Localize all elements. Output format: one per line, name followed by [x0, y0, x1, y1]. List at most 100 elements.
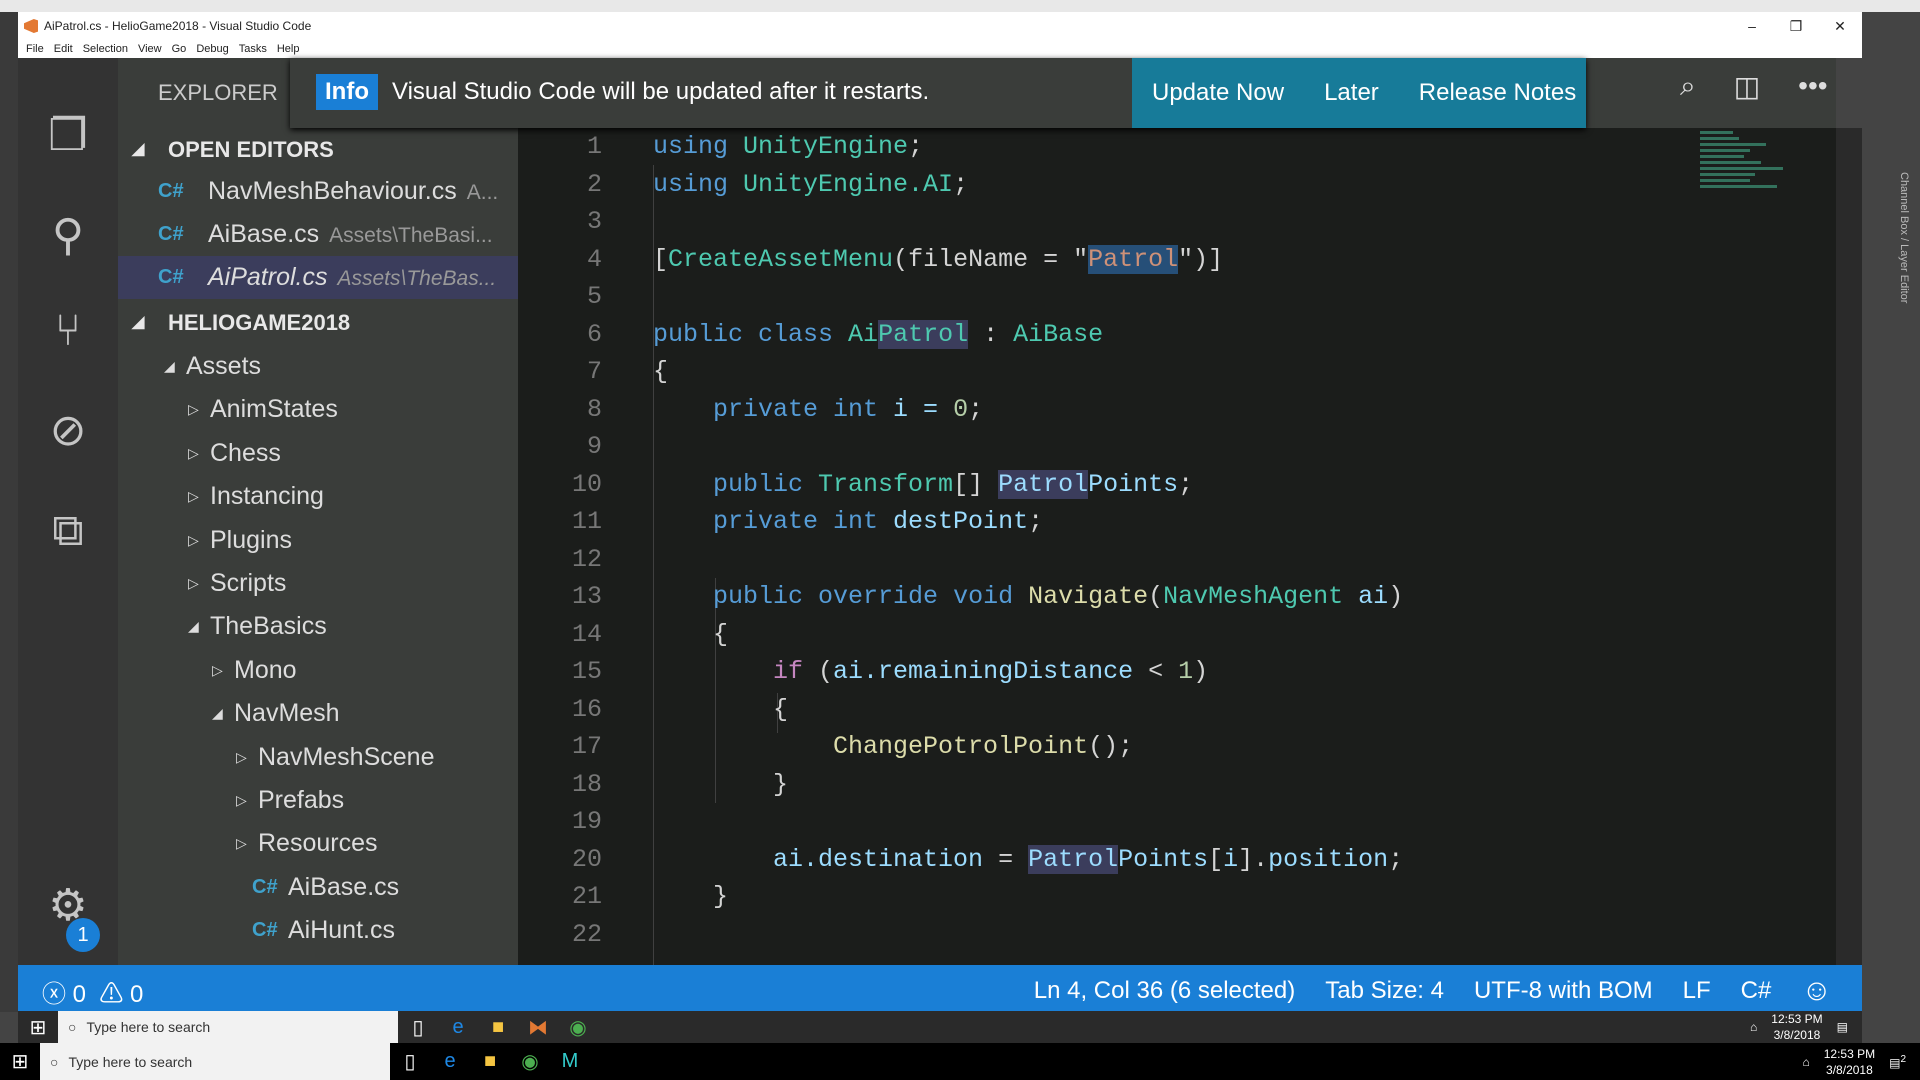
window-titlebar: AiPatrol.cs - HelioGame2018 - Visual Stu… — [18, 12, 1862, 40]
cortana-icon: ○ — [68, 1019, 77, 1035]
code-line[interactable]: { — [653, 353, 668, 391]
extensions-icon[interactable]: ⧉ — [40, 503, 96, 559]
menu-help[interactable]: Help — [277, 43, 300, 55]
update-now-button[interactable]: Update Now — [1152, 79, 1284, 107]
menu-file[interactable]: File — [26, 43, 44, 55]
debug-icon[interactable]: ⊘ — [40, 403, 96, 459]
menu-tasks[interactable]: Tasks — [239, 43, 267, 55]
code-line[interactable]: ai.destination = PatrolPoints[i].positio… — [653, 841, 1403, 879]
language-mode[interactable]: C# — [1741, 977, 1772, 1005]
restore-button[interactable]: ❐ — [1774, 12, 1818, 40]
minimize-button[interactable]: – — [1730, 12, 1774, 40]
chrome-icon[interactable]: ◉ — [510, 1049, 550, 1074]
taskbar-search[interactable]: ○ Type here to search — [58, 1011, 398, 1043]
tree-item[interactable]: ▷ Plugins — [118, 519, 518, 562]
tree-item-label: AnimStates — [210, 395, 338, 424]
notifications-icon[interactable]: ▤2 — [1889, 1054, 1906, 1070]
code-token: Patrol — [878, 319, 969, 349]
close-button[interactable]: ✕ — [1818, 12, 1862, 40]
chrome-icon[interactable]: ◉ — [558, 1015, 598, 1040]
tree-item[interactable]: ▷ Scripts — [118, 562, 518, 605]
more-actions-icon[interactable]: ••• — [1798, 70, 1827, 103]
network-icon[interactable]: ⌂ — [1802, 1055, 1809, 1069]
code-line[interactable]: } — [653, 878, 728, 916]
code-token: (); — [1088, 732, 1134, 761]
tree-item[interactable]: ▷ AnimStates — [118, 388, 518, 431]
tree-item[interactable]: ▷ Chess — [118, 432, 518, 475]
code-line[interactable]: using UnityEngine; — [653, 128, 923, 166]
start-icon[interactable]: ⊞ — [18, 1015, 58, 1040]
collapsed-arrow-icon: ▷ — [212, 661, 223, 678]
open-editor-item[interactable]: C# AiBase.cs Assets\TheBasi... — [118, 213, 518, 256]
open-editor-item[interactable]: C# NavMeshBehaviour.cs A... — [118, 170, 518, 213]
code-line[interactable]: using UnityEngine.AI; — [653, 166, 968, 204]
line-ending[interactable]: LF — [1683, 977, 1711, 1005]
clock-time: 12:53 PM — [1771, 1012, 1823, 1026]
channel-box-tab[interactable]: Channel Box / Layer Editor — [1898, 172, 1910, 303]
code-token: { — [653, 357, 669, 386]
problems-indicator[interactable]: ⓧ 0 ⚠ 0 — [42, 974, 143, 1009]
code-line[interactable]: [CreateAssetMenu(fileName = "Patrol")] — [653, 241, 1223, 279]
tree-item[interactable]: ◢ Assets — [118, 345, 518, 388]
feedback-smiley-icon[interactable]: ☺ — [1801, 974, 1832, 1008]
project-section[interactable]: ◢ HELIOGAME2018 — [118, 303, 518, 343]
tree-item[interactable]: ▷ Prefabs — [118, 779, 518, 822]
menu-selection[interactable]: Selection — [83, 43, 128, 55]
menu-edit[interactable]: Edit — [54, 43, 73, 55]
tree-item[interactable]: ▷ Resources — [118, 822, 518, 865]
code-token: = — [983, 844, 1029, 874]
code-line[interactable]: if (ai.remainingDistance < 1) — [653, 653, 1208, 691]
menu-go[interactable]: Go — [172, 43, 187, 55]
collapsed-arrow-icon: ▷ — [188, 575, 199, 591]
maya-icon[interactable]: M — [550, 1050, 590, 1073]
start-icon[interactable]: ⊞ — [0, 1049, 40, 1074]
tree-item[interactable]: C# AiBase.cs — [118, 866, 518, 909]
source-control-icon[interactable]: ⑂ — [40, 303, 96, 359]
code-line[interactable]: public override void Navigate(NavMeshAge… — [653, 578, 1403, 616]
edge-icon[interactable]: e — [430, 1050, 470, 1073]
tree-item[interactable]: C# AiHunt.cs — [118, 909, 518, 952]
tab-size[interactable]: Tab Size: 4 — [1325, 977, 1444, 1005]
code-editor[interactable]: 1 using UnityEngine; 2 using UnityEngine.AI… — [518, 128, 1836, 965]
file-explorer-icon[interactable]: ■ — [470, 1050, 510, 1073]
code-line[interactable]: } — [653, 766, 788, 804]
editor-scrollbar[interactable] — [1836, 128, 1862, 965]
code-line[interactable]: private int i = 0; — [653, 391, 983, 429]
cursor-position[interactable]: Ln 4, Col 36 (6 selected) — [1034, 977, 1295, 1005]
csharp-file-icon: C# — [158, 180, 184, 202]
code-token: destPoint — [893, 507, 1029, 536]
vscode-taskbar-icon[interactable]: ⧓ — [518, 1015, 558, 1040]
search-icon[interactable]: ⚲ — [40, 208, 96, 264]
minimap[interactable] — [1700, 128, 1810, 248]
task-view-icon[interactable]: ▯ — [398, 1015, 438, 1040]
action-center-icon[interactable]: ▤ — [1837, 1020, 1848, 1034]
network-icon[interactable]: ⌂ — [1750, 1020, 1757, 1034]
encoding[interactable]: UTF-8 with BOM — [1474, 977, 1653, 1005]
code-line[interactable]: { — [653, 616, 728, 654]
edge-icon[interactable]: e — [438, 1016, 478, 1039]
menu-debug[interactable]: Debug — [196, 43, 228, 55]
taskbar-search[interactable]: ○ Type here to search — [40, 1043, 390, 1080]
split-editor-icon[interactable]: ◫ — [1734, 70, 1760, 103]
file-name: AiPatrol.cs — [208, 263, 328, 291]
tree-item[interactable]: ▷ Mono — [118, 649, 518, 692]
tree-item[interactable]: ◢ TheBasics — [118, 605, 518, 648]
code-line[interactable]: public Transform[] PatrolPoints; — [653, 466, 1193, 504]
open-preview-icon[interactable]: ⌕ — [1680, 70, 1696, 103]
file-explorer-icon[interactable]: ■ — [478, 1016, 518, 1039]
code-line[interactable]: ChangePotrolPoint(); — [653, 728, 1133, 766]
code-line[interactable]: { — [653, 691, 788, 729]
background-app-titlebar — [0, 0, 1920, 12]
tree-item[interactable]: ▷ NavMeshScene — [118, 736, 518, 779]
tree-item[interactable]: ▷ Instancing — [118, 475, 518, 518]
tree-item[interactable]: ◢ NavMesh — [118, 692, 518, 735]
open-editor-item[interactable]: C# AiPatrol.cs Assets\TheBas... — [118, 256, 518, 299]
open-editors-section[interactable]: ◢ OPEN EDITORS — [118, 130, 518, 170]
explorer-icon[interactable]: ❐ — [40, 108, 96, 164]
menu-view[interactable]: View — [138, 43, 162, 55]
code-line[interactable]: private int destPoint; — [653, 503, 1043, 541]
code-line[interactable]: public class AiPatrol : AiBase — [653, 316, 1103, 354]
release-notes-button[interactable]: Release Notes — [1419, 79, 1576, 107]
task-view-icon[interactable]: ▯ — [390, 1049, 430, 1074]
later-button[interactable]: Later — [1324, 79, 1379, 107]
